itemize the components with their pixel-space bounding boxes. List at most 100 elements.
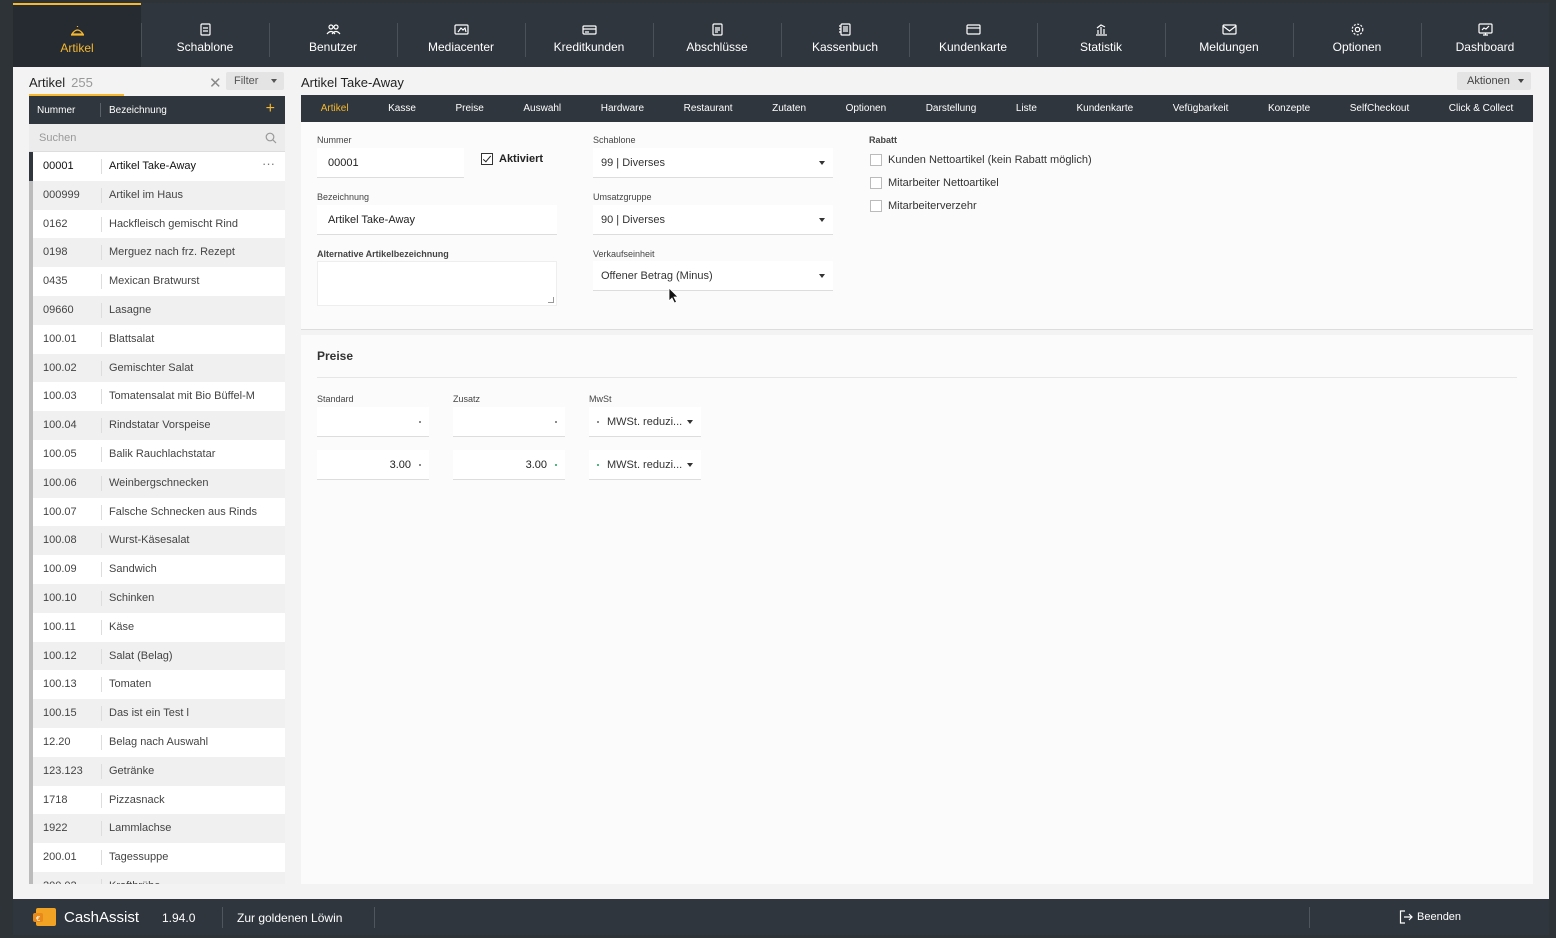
nav-artikel[interactable]: Artikel bbox=[13, 3, 141, 67]
nav-statistik[interactable]: Statistik bbox=[1037, 3, 1165, 67]
mwst-select[interactable]: MWSt. reduzi... bbox=[589, 407, 701, 437]
tab-restaurant[interactable]: Restaurant bbox=[664, 95, 752, 122]
mwst-select[interactable]: MWSt. reduzi... bbox=[589, 450, 701, 480]
list-item[interactable]: 000999 Artikel im Haus bbox=[29, 180, 285, 210]
list-item[interactable]: 09660 Lasagne bbox=[29, 295, 285, 325]
verkaufseinheit-select[interactable]: Offener Betrag (Minus) bbox=[593, 261, 833, 291]
tab-liste[interactable]: Liste bbox=[996, 95, 1057, 122]
tab-artikel[interactable]: Artikel bbox=[301, 95, 368, 122]
list-item[interactable]: 100.04 Rindstatar Vorspeise bbox=[29, 411, 285, 440]
nav-dashboard[interactable]: Dashboard bbox=[1421, 3, 1549, 67]
list-item[interactable]: 100.08 Wurst-Käsesalat bbox=[29, 526, 285, 556]
dashboard-icon bbox=[1477, 23, 1493, 37]
bezeichnung-field[interactable]: Artikel Take-Away bbox=[317, 205, 557, 235]
actions-dropdown[interactable]: Aktionen bbox=[1457, 72, 1531, 90]
kunden-nettoartikel-label: Kunden Nettoartikel (kein Rabatt möglich… bbox=[888, 154, 1092, 166]
tab-vef-gbarkeit[interactable]: Vefügbarkeit bbox=[1153, 95, 1248, 122]
nav-benutzer[interactable]: Benutzer bbox=[269, 3, 397, 67]
detail-tabs: Artikel Kasse Preise Auswahl Hardware Restaur… bbox=[301, 95, 1533, 122]
more-options-icon[interactable]: ··· bbox=[262, 156, 275, 171]
mediacenter-icon bbox=[453, 23, 469, 37]
nav-meldungen[interactable]: Meldungen bbox=[1165, 3, 1293, 67]
search-input[interactable]: Suchen bbox=[29, 124, 285, 152]
alt-bezeichnung-textarea[interactable] bbox=[317, 261, 557, 306]
resize-handle[interactable] bbox=[548, 297, 554, 303]
list-item[interactable]: 100.02 Gemischter Salat bbox=[29, 353, 285, 383]
list-item[interactable]: 100.10 Schinken bbox=[29, 583, 285, 613]
umsatzgruppe-select[interactable]: 90 | Diverses bbox=[593, 205, 833, 235]
list-item[interactable]: 1922 Lammlachse bbox=[29, 814, 285, 844]
verkaufseinheit-label: Verkaufseinheit bbox=[593, 249, 655, 259]
list-item[interactable]: 100.05 Balik Rauchlachstatar bbox=[29, 439, 285, 469]
standard-label: Standard bbox=[317, 394, 354, 404]
column-divider bbox=[101, 302, 102, 318]
kunden-nettoartikel-checkbox[interactable] bbox=[870, 154, 882, 166]
tab-zutaten[interactable]: Zutaten bbox=[752, 95, 825, 122]
nav-mediacenter[interactable]: Mediacenter bbox=[397, 3, 525, 67]
add-article-button[interactable]: + bbox=[266, 100, 275, 118]
actions-label: Aktionen bbox=[1467, 75, 1510, 87]
list-item[interactable]: 100.15 Das ist ein Test l bbox=[29, 699, 285, 728]
schablone-select[interactable]: 99 | Diverses bbox=[593, 148, 833, 178]
article-name: Artikel im Haus bbox=[109, 188, 183, 201]
tab-darstellung[interactable]: Darstellung bbox=[906, 95, 996, 122]
column-header-nummer[interactable]: Nummer bbox=[37, 105, 75, 116]
list-item[interactable]: 200.02 Kraftbrühe bbox=[29, 871, 285, 884]
search-icon[interactable] bbox=[265, 131, 277, 149]
zusatz-price-input[interactable]: 3.00 bbox=[453, 450, 565, 480]
tab-preise[interactable]: Preise bbox=[436, 95, 504, 122]
tab-optionen[interactable]: Optionen bbox=[826, 95, 906, 122]
list-item[interactable]: 100.09 Sandwich bbox=[29, 555, 285, 584]
tab-selfcheckout[interactable]: SelfCheckout bbox=[1330, 95, 1429, 122]
column-divider bbox=[101, 446, 102, 462]
list-item[interactable]: 100.12 Salat (Belag) bbox=[29, 641, 285, 671]
nav-kassenbuch[interactable]: Kassenbuch bbox=[781, 3, 909, 67]
nav-kreditkunden[interactable]: Kreditkunden bbox=[525, 3, 653, 67]
filter-dropdown[interactable]: Filter bbox=[226, 72, 284, 90]
list-item[interactable]: 00001 Artikel Take-Away ··· bbox=[29, 152, 285, 181]
article-name: Schinken bbox=[109, 591, 155, 604]
zusatz-price-input[interactable] bbox=[453, 407, 565, 437]
tab-hardware[interactable]: Hardware bbox=[581, 95, 664, 122]
column-header-bezeichnung[interactable]: Bezeichnung bbox=[109, 105, 167, 116]
list-item[interactable]: 100.01 Blattsalat bbox=[29, 324, 285, 354]
article-number: 100.11 bbox=[43, 620, 76, 633]
nav-optionen[interactable]: Optionen bbox=[1293, 3, 1421, 67]
list-item[interactable]: 100.06 Weinbergschnecken bbox=[29, 468, 285, 498]
nummer-field[interactable]: 00001 bbox=[317, 148, 464, 178]
mitarbeiterverzehr-checkbox[interactable] bbox=[870, 200, 882, 212]
article-number: 100.10 bbox=[43, 591, 77, 604]
nav-schablone[interactable]: Schablone bbox=[141, 3, 269, 67]
list-item[interactable]: 0198 Merguez nach frz. Rezept bbox=[29, 238, 285, 268]
standard-price-input[interactable] bbox=[317, 407, 429, 437]
tab-click-collect[interactable]: Click & Collect bbox=[1429, 95, 1533, 122]
logout-button[interactable]: Beenden bbox=[1399, 910, 1461, 924]
standard-price-input[interactable]: 3.00 bbox=[317, 450, 429, 480]
tab-kasse[interactable]: Kasse bbox=[368, 95, 435, 122]
nav-kundenkarte[interactable]: Kundenkarte bbox=[909, 3, 1037, 67]
list-item[interactable]: 12.20 Belag nach Auswahl bbox=[29, 727, 285, 757]
nav-label: Kreditkunden bbox=[553, 39, 625, 54]
mitarbeiter-nettoartikel-checkbox[interactable] bbox=[870, 177, 882, 189]
list-item[interactable]: 100.13 Tomaten bbox=[29, 670, 285, 700]
list-item[interactable]: 0162 Hackfleisch gemischt Rind bbox=[29, 209, 285, 239]
status-dot bbox=[555, 421, 557, 423]
list-item[interactable]: 200.01 Tagessuppe bbox=[29, 843, 285, 872]
svg-text:€: € bbox=[36, 915, 40, 923]
list-item[interactable]: 100.11 Käse bbox=[29, 612, 285, 642]
verkaufseinheit-value: Offener Betrag (Minus) bbox=[601, 270, 713, 282]
list-item[interactable]: 100.03 Tomatensalat mit Bio Büffel-M bbox=[29, 382, 285, 412]
nav-abschluesse[interactable]: Abschlüsse bbox=[653, 3, 781, 67]
article-name: Lasagne bbox=[109, 303, 152, 316]
aktiviert-checkbox[interactable] bbox=[481, 153, 493, 165]
tab-auswahl[interactable]: Auswahl bbox=[504, 95, 581, 122]
list-item[interactable]: 123.123 Getränke bbox=[29, 756, 285, 786]
list-item[interactable]: 0435 Mexican Bratwurst bbox=[29, 267, 285, 296]
list-item[interactable]: 1718 Pizzasnack bbox=[29, 785, 285, 815]
close-icon[interactable]: ✕ bbox=[209, 74, 222, 92]
tab-konzepte[interactable]: Konzepte bbox=[1248, 95, 1330, 122]
store-name: Zur goldenen Löwin bbox=[237, 911, 343, 925]
tab-kundenkarte[interactable]: Kundenkarte bbox=[1057, 95, 1153, 122]
list-item[interactable]: 100.07 Falsche Schnecken aus Rinds bbox=[29, 497, 285, 527]
column-divider bbox=[101, 648, 102, 664]
